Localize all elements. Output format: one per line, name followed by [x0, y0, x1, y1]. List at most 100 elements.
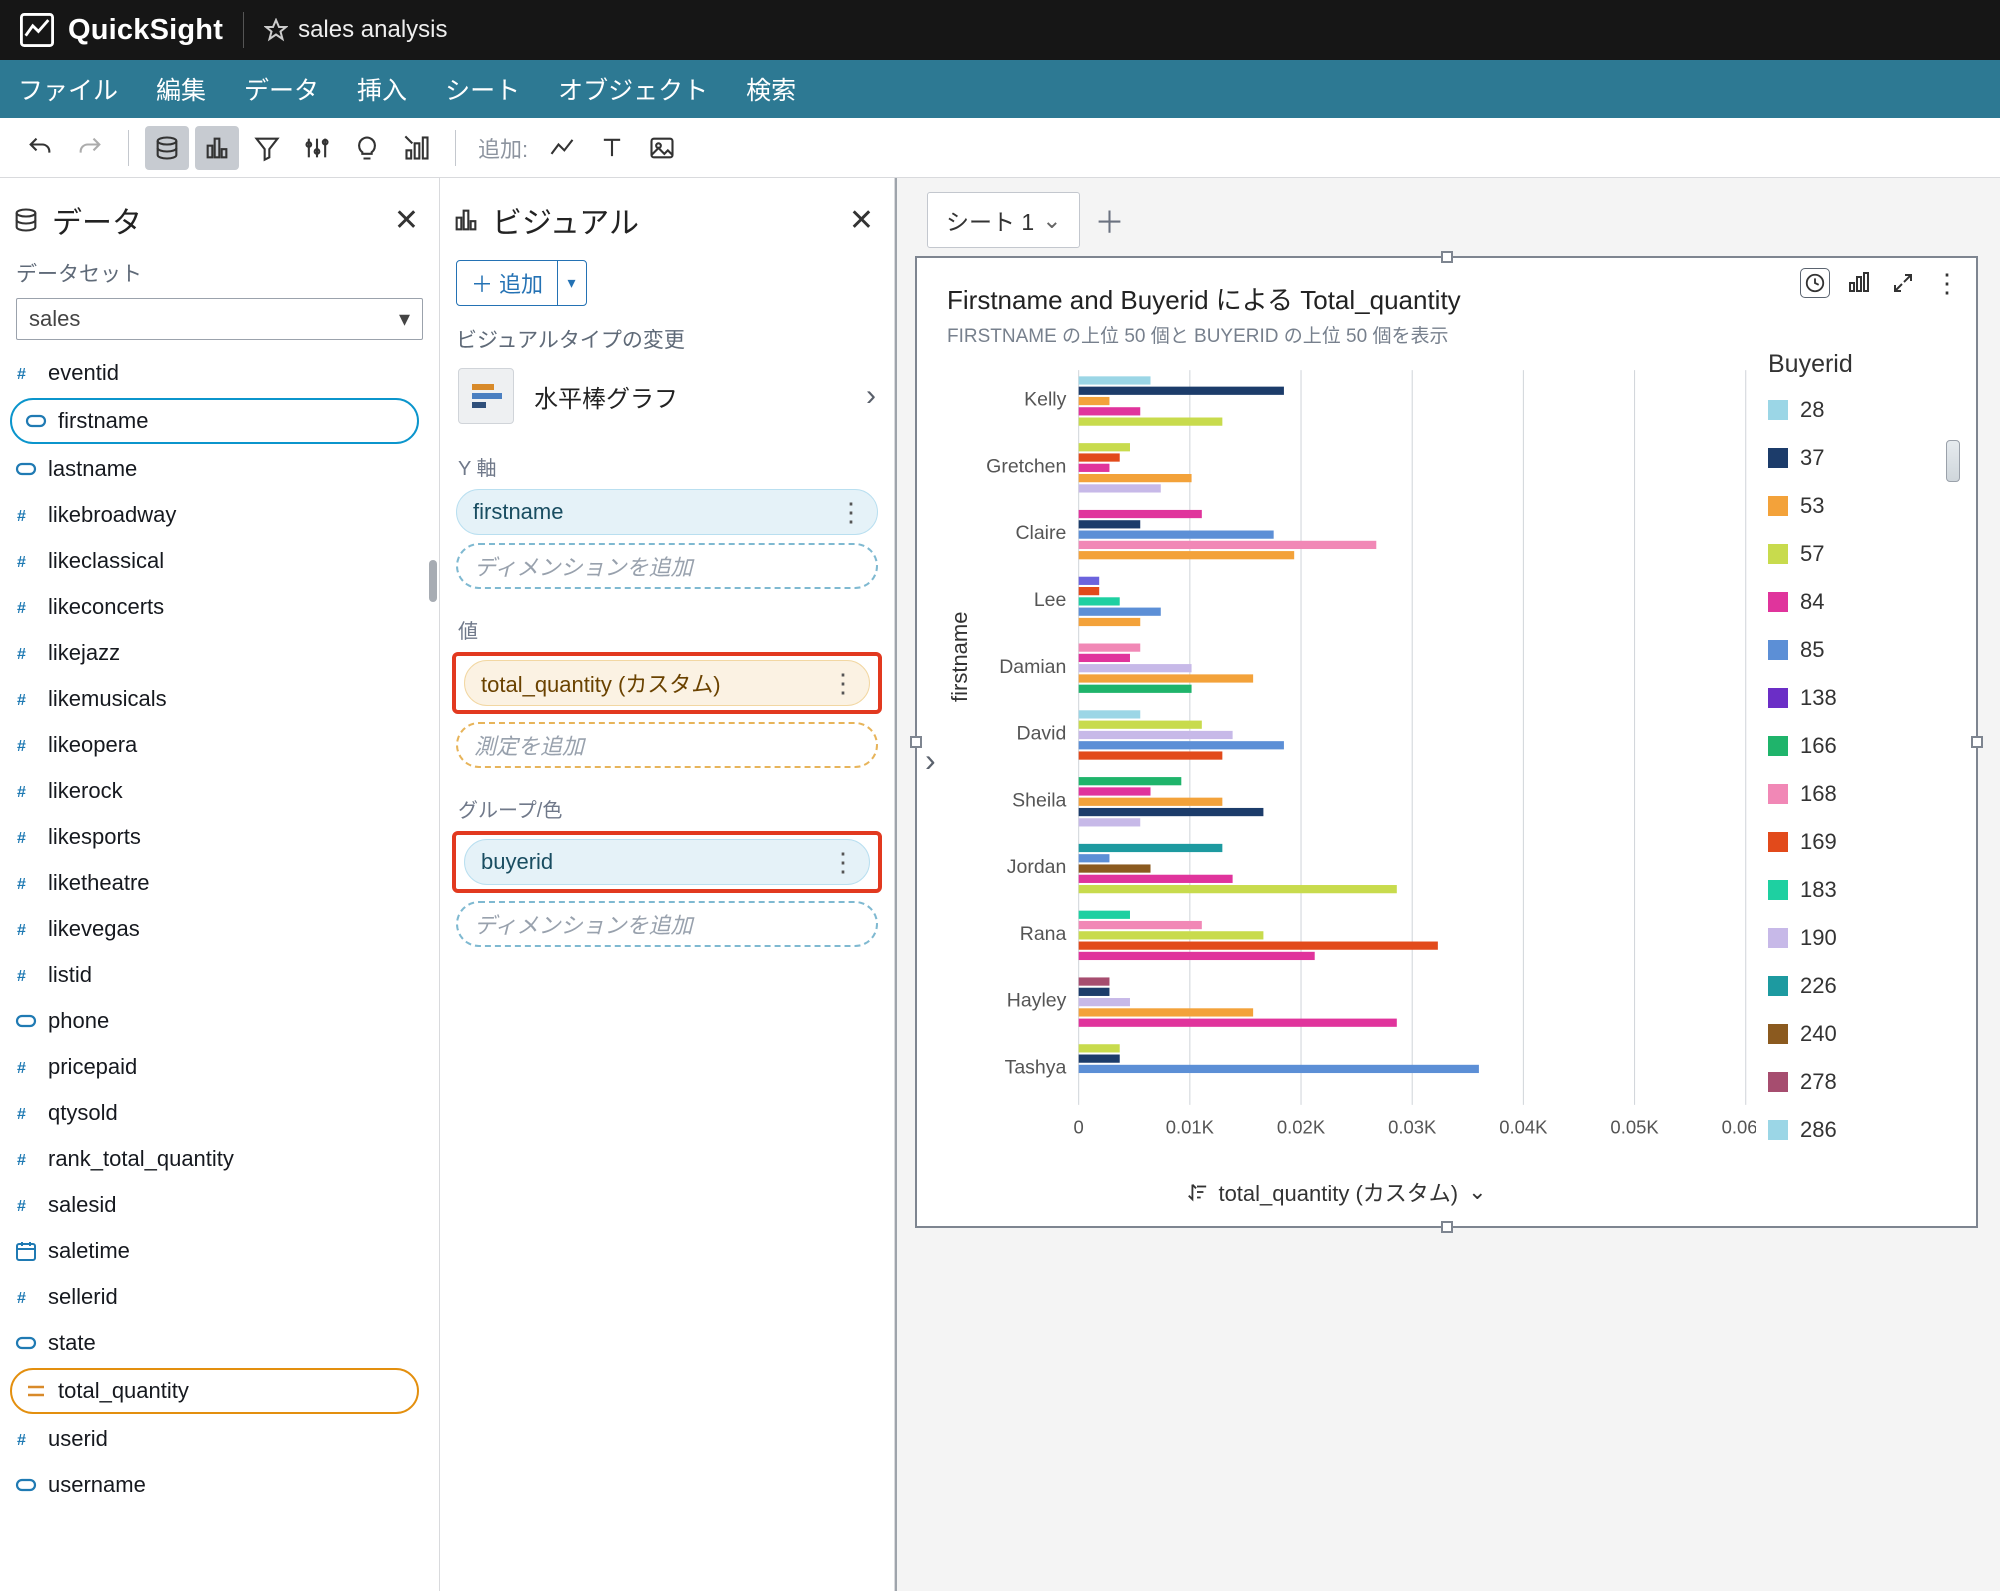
field-item-lastname[interactable]: lastname: [0, 446, 429, 492]
more-icon[interactable]: ⋮: [830, 668, 853, 699]
value-add-placeholder[interactable]: 測定を追加: [456, 722, 878, 768]
legend-item[interactable]: 85: [1768, 637, 1958, 663]
visual-menu-icon[interactable]: ⋮: [1932, 268, 1962, 298]
field-list[interactable]: #eventidfirstnamelastname#likebroadway#l…: [0, 350, 439, 1591]
visual-type-selector[interactable]: 水平棒グラフ ›: [440, 358, 894, 434]
field-item-liketheatre[interactable]: #liketheatre: [0, 860, 429, 906]
group-field-well[interactable]: buyerid ⋮: [464, 839, 870, 885]
add-text-button[interactable]: [590, 126, 634, 170]
add-visual-button[interactable]: ＋ 追加: [456, 260, 558, 306]
field-item-likejazz[interactable]: #likejazz: [0, 630, 429, 676]
sheet-tab[interactable]: シート 1 ⌄: [927, 192, 1080, 248]
legend-scrollbar[interactable]: [1946, 440, 1960, 482]
forecast-icon[interactable]: [1844, 268, 1874, 298]
maximize-icon[interactable]: [1888, 268, 1918, 298]
menu-edit[interactable]: 編集: [156, 71, 206, 107]
field-item-likeconcerts[interactable]: #likeconcerts: [0, 584, 429, 630]
horizontal-bar-icon: [458, 368, 514, 424]
menu-object[interactable]: オブジェクト: [558, 71, 708, 107]
redo-button[interactable]: [68, 126, 112, 170]
insights-button[interactable]: [345, 126, 389, 170]
legend-item[interactable]: 53: [1768, 493, 1958, 519]
legend-item[interactable]: 286: [1768, 1117, 1958, 1143]
x-axis-label[interactable]: total_quantity (カスタム) ⌄: [917, 1176, 1756, 1208]
field-item-salesid[interactable]: #salesid: [0, 1182, 429, 1228]
filter-button[interactable]: [245, 126, 289, 170]
scrollbar-thumb[interactable]: [429, 560, 437, 602]
menu-insert[interactable]: 挿入: [357, 71, 407, 107]
legend-item[interactable]: 226: [1768, 973, 1958, 999]
field-item-rank_total_quantity[interactable]: #rank_total_quantity: [0, 1136, 429, 1182]
legend-item[interactable]: 168: [1768, 781, 1958, 807]
chevron-down-icon[interactable]: ⌄: [1468, 1179, 1486, 1205]
legend-item[interactable]: 28: [1768, 397, 1958, 423]
value-field-well[interactable]: total_quantity (カスタム) ⋮: [464, 660, 870, 706]
field-item-likevegas[interactable]: #likevegas: [0, 906, 429, 952]
yaxis-field-well[interactable]: firstname ⋮: [456, 489, 878, 535]
parameters-button[interactable]: [295, 126, 339, 170]
field-item-sellerid[interactable]: #sellerid: [0, 1274, 429, 1320]
add-visual-dropdown[interactable]: ▾: [557, 260, 587, 306]
legend-label: 138: [1800, 685, 1837, 711]
visual-pane-close-icon[interactable]: ✕: [849, 203, 874, 238]
resize-handle-w[interactable]: [910, 736, 922, 748]
field-item-userid[interactable]: #userid: [0, 1416, 429, 1462]
field-item-saletime[interactable]: saletime: [0, 1228, 429, 1274]
field-item-qtysold[interactable]: #qtysold: [0, 1090, 429, 1136]
field-item-pricepaid[interactable]: #pricepaid: [0, 1044, 429, 1090]
field-item-likesports[interactable]: #likesports: [0, 814, 429, 860]
legend-item[interactable]: 166: [1768, 733, 1958, 759]
field-item-likerock[interactable]: #likerock: [0, 768, 429, 814]
menu-data[interactable]: データ: [244, 71, 319, 107]
resize-handle-e[interactable]: [1971, 736, 1983, 748]
menu-file[interactable]: ファイル: [18, 71, 118, 107]
legend-item[interactable]: 84: [1768, 589, 1958, 615]
legend-item[interactable]: 240: [1768, 1021, 1958, 1047]
field-item-likebroadway[interactable]: #likebroadway: [0, 492, 429, 538]
legend-item[interactable]: 183: [1768, 877, 1958, 903]
resize-handle-n[interactable]: [1441, 251, 1453, 263]
menu-sheet[interactable]: シート: [445, 71, 520, 107]
resize-handle-s[interactable]: [1441, 1221, 1453, 1233]
more-icon[interactable]: ⋮: [838, 497, 861, 528]
themes-button[interactable]: [395, 126, 439, 170]
visual-pane-toggle[interactable]: [195, 126, 239, 170]
canvas[interactable]: シート 1 ⌄ ＋ ⋮ Firstname and Buyerid による To…: [895, 178, 2000, 1591]
legend-item[interactable]: 190: [1768, 925, 1958, 951]
field-item-phone[interactable]: phone: [0, 998, 429, 1044]
chevron-down-icon[interactable]: ⌄: [1042, 207, 1061, 234]
legend-item[interactable]: 278: [1768, 1069, 1958, 1095]
legend-label: 166: [1800, 733, 1837, 759]
data-pane-title: データ: [52, 198, 142, 242]
field-item-likeopera[interactable]: #likeopera: [0, 722, 429, 768]
favorite-star-icon[interactable]: [264, 18, 288, 42]
add-sheet-button[interactable]: ＋: [1094, 198, 1124, 242]
field-item-username[interactable]: username: [0, 1462, 429, 1508]
field-label: listid: [48, 962, 92, 988]
field-item-eventid[interactable]: #eventid: [0, 350, 429, 396]
legend-item[interactable]: 57: [1768, 541, 1958, 567]
legend-item[interactable]: 37: [1768, 445, 1958, 471]
legend-item[interactable]: 169: [1768, 829, 1958, 855]
legend-item[interactable]: 138: [1768, 685, 1958, 711]
more-icon[interactable]: ⋮: [830, 847, 853, 878]
data-pane-close-icon[interactable]: ✕: [394, 203, 419, 238]
field-item-likeclassical[interactable]: #likeclassical: [0, 538, 429, 584]
group-add-placeholder[interactable]: ディメンションを追加: [456, 901, 878, 947]
field-item-listid[interactable]: #listid: [0, 952, 429, 998]
data-pane-toggle[interactable]: [145, 126, 189, 170]
add-image-button[interactable]: [640, 126, 684, 170]
field-item-state[interactable]: state: [0, 1320, 429, 1366]
menu-search[interactable]: 検索: [746, 71, 796, 107]
chart-area[interactable]: 00.01K0.02K0.03K0.04K0.05K0.06KKellyGret…: [935, 364, 1756, 1146]
yaxis-add-placeholder[interactable]: ディメンションを追加: [456, 543, 878, 589]
field-item-firstname[interactable]: firstname: [10, 398, 419, 444]
anomaly-icon[interactable]: [1800, 268, 1830, 298]
analysis-name[interactable]: sales analysis: [298, 16, 447, 44]
visual-frame[interactable]: ⋮ Firstname and Buyerid による Total_quanti…: [915, 256, 1978, 1228]
dataset-select[interactable]: sales ▾: [16, 298, 423, 340]
field-item-likemusicals[interactable]: #likemusicals: [0, 676, 429, 722]
add-line-button[interactable]: [540, 126, 584, 170]
field-item-total_quantity[interactable]: total_quantity: [10, 1368, 419, 1414]
undo-button[interactable]: [18, 126, 62, 170]
